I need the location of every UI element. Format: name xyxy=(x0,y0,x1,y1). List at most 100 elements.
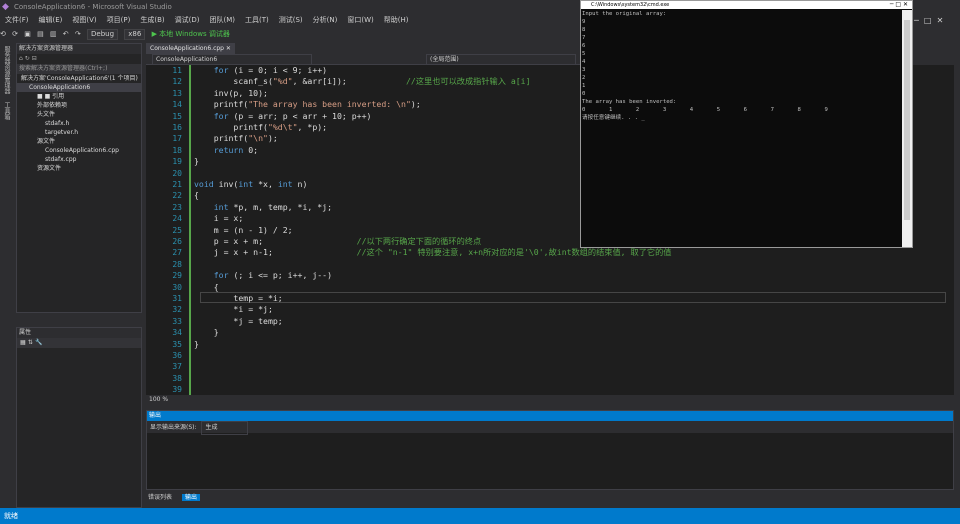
back-icon[interactable]: ⟲ xyxy=(0,27,6,42)
line-number: 31 xyxy=(172,294,182,303)
tree-item[interactable]: targetver.h xyxy=(17,128,141,137)
refresh-icon[interactable]: ↻ xyxy=(25,55,30,62)
code-line[interactable]: *j = temp; xyxy=(194,316,282,327)
tree-item[interactable]: 头文件 xyxy=(17,110,141,119)
properties-panel: 属性 ▦ ⇅ 🔧 xyxy=(16,327,142,508)
menu-item[interactable]: 窗口(W) xyxy=(342,14,378,27)
line-number: 33 xyxy=(172,316,182,326)
line-number: 35 xyxy=(172,339,182,349)
line-number: 13 xyxy=(172,88,182,98)
line-number-gutter: 11 12 13 14 15 16 17 18 19 20 21 22 23 24 25 26 27 28 29 30… xyxy=(146,65,186,395)
code-line[interactable]: printf("%d\t", *p); xyxy=(194,122,327,133)
line-number: 25 xyxy=(172,225,182,235)
collapse-icon[interactable]: ⊟ xyxy=(32,55,37,62)
close-tab-icon[interactable]: ✕ xyxy=(226,45,231,52)
console-line: 0 1 2 3 4 5 6 7 8 9 xyxy=(582,107,828,113)
code-line[interactable]: void inv(int *x, int n) xyxy=(194,179,307,190)
code-line[interactable]: for (i = 0; i < 9; i++) xyxy=(194,65,327,76)
maximize-icon[interactable]: □ xyxy=(924,16,932,25)
menu-item[interactable]: 编辑(E) xyxy=(34,14,68,27)
tree-item[interactable]: ■ ■ 引用 xyxy=(17,92,141,101)
save-icon[interactable]: ▥ xyxy=(50,27,57,42)
wrench-icon[interactable]: 🔧 xyxy=(35,339,42,346)
console-title-bar[interactable]: C:\Windows\system32\cmd.exe ─ □ ✕ xyxy=(581,1,912,9)
home-icon[interactable]: ⌂ xyxy=(19,55,23,62)
tree-item[interactable]: 资源文件 xyxy=(17,164,141,173)
output-source-select[interactable]: 生成 xyxy=(201,421,249,435)
minimize-icon[interactable]: ─ xyxy=(914,16,919,25)
tree-item[interactable]: 源文件 xyxy=(17,137,141,146)
redo-icon[interactable]: ↷ xyxy=(75,27,81,42)
new-project-icon[interactable]: ▣ xyxy=(24,27,31,42)
line-number: 15 xyxy=(172,111,182,121)
code-line[interactable]: j = x + n-1; //这个 "n-1" 特别要注意, x+n所对应的是'… xyxy=(194,247,672,258)
tree-item[interactable]: ConsoleApplication6.cpp xyxy=(17,146,141,155)
line-number: 22 xyxy=(172,191,182,201)
menu-item[interactable]: 生成(B) xyxy=(135,14,169,27)
code-line[interactable]: } xyxy=(194,156,199,167)
line-number: 11 xyxy=(172,66,182,75)
code-line[interactable]: printf("The array has been inverted: \n"… xyxy=(194,99,421,110)
code-line[interactable]: { xyxy=(194,282,219,293)
code-line[interactable]: } xyxy=(194,327,219,338)
window-controls[interactable]: ─ □ ✕ xyxy=(914,14,960,28)
platform-select[interactable]: x86 xyxy=(124,28,146,40)
tab-toolbox[interactable]: 工具箱 xyxy=(2,102,11,120)
code-line[interactable]: int *p, m, temp, *i, *j; xyxy=(194,202,332,213)
tree-item[interactable]: stdafx.h xyxy=(17,119,141,128)
menu-item[interactable]: 文件(F) xyxy=(0,14,34,27)
categorized-icon[interactable]: ▦ xyxy=(17,339,26,346)
editor-nav-bar: ConsoleApplication6 (全局范围) xyxy=(146,54,582,66)
line-number: 23 xyxy=(172,202,182,212)
config-select[interactable]: Debug xyxy=(87,28,119,40)
tree-item[interactable]: ConsoleApplication6 xyxy=(17,83,141,92)
properties-toolbar: ▦ ⇅ 🔧 xyxy=(17,338,141,348)
menu-item[interactable]: 团队(M) xyxy=(204,14,240,27)
code-line[interactable]: inv(p, 10); xyxy=(194,88,268,99)
console-line: 4 xyxy=(582,59,586,65)
alphabetical-icon[interactable]: ⇅ xyxy=(28,339,33,346)
start-debug-button[interactable]: ▶ 本地 Windows 调试器 xyxy=(152,27,230,42)
line-number: 37 xyxy=(172,362,182,372)
code-line[interactable]: scanf_s("%d", &arr[i]); //这里也可以改成指针输入 a[… xyxy=(194,76,530,87)
code-line[interactable]: p = x + m; //以下两行确定下面的循环的终点 xyxy=(194,236,481,247)
code-line[interactable]: temp = *i; xyxy=(194,293,282,304)
menu-item[interactable]: 帮助(H) xyxy=(379,14,414,27)
tab-error-list[interactable]: 错误列表 xyxy=(148,494,172,501)
tab-output[interactable]: 输出 xyxy=(181,494,200,501)
tree-item[interactable]: 外部依赖项 xyxy=(17,101,141,110)
code-line[interactable]: m = (n - 1) / 2; xyxy=(194,225,293,236)
zoom-level[interactable]: 100 % xyxy=(149,396,168,403)
undo-icon[interactable]: ↶ xyxy=(63,27,69,42)
side-tool-tabs: 服务器资源管理器 工具箱 xyxy=(0,42,14,508)
code-line[interactable]: { xyxy=(194,190,199,201)
console-window-controls[interactable]: ─ □ ✕ xyxy=(890,1,908,9)
menu-item[interactable]: 视图(V) xyxy=(67,14,101,27)
menu-item[interactable]: 测试(S) xyxy=(274,14,308,27)
tab-server-explorer[interactable]: 服务器资源管理器 xyxy=(2,46,11,94)
open-icon[interactable]: ▤ xyxy=(37,27,44,42)
code-line[interactable]: printf("\n"); xyxy=(194,133,278,144)
close-icon[interactable]: ✕ xyxy=(937,16,944,25)
console-line: 3 xyxy=(582,67,586,73)
menu-item[interactable]: 分析(N) xyxy=(308,14,343,27)
menu-item[interactable]: 调试(D) xyxy=(170,14,205,27)
code-line[interactable]: for (p = arr; p < arr + 10; p++) xyxy=(194,111,372,122)
tab-consoleapplication6-cpp[interactable]: ConsoleApplication6.cpp ✕ xyxy=(146,43,235,54)
code-line[interactable]: } xyxy=(194,339,199,350)
tree-item[interactable]: stdafx.cpp xyxy=(17,155,141,164)
code-line[interactable]: for (; i <= p; i++, j--) xyxy=(194,270,332,281)
window-title: ConsoleApplication6 - Microsoft Visual S… xyxy=(14,3,172,11)
menu-item[interactable]: 项目(P) xyxy=(102,14,136,27)
console-scrollbar[interactable] xyxy=(902,10,912,247)
console-window[interactable]: C:\Windows\system32\cmd.exe ─ □ ✕ Input … xyxy=(580,0,913,248)
tree-item[interactable]: 解决方案'ConsoleApplication6'(1 个项目) xyxy=(17,74,141,83)
code-line[interactable]: *i = *j; xyxy=(194,304,272,315)
code-line[interactable]: i = x; xyxy=(194,213,244,224)
forward-icon[interactable]: ⟳ xyxy=(12,27,18,42)
scrollbar-thumb[interactable] xyxy=(904,20,910,220)
code-line[interactable]: return 0; xyxy=(194,145,258,156)
menu-item[interactable]: 工具(T) xyxy=(240,14,274,27)
toolbar: ⟲ ⟳ ▣ ▤ ▥ ↶ ↷ Debug x86 ▶ 本地 Windows 调试器 xyxy=(0,27,580,42)
solution-search-input[interactable]: 搜索解决方案资源管理器(Ctrl+;) xyxy=(17,64,141,74)
